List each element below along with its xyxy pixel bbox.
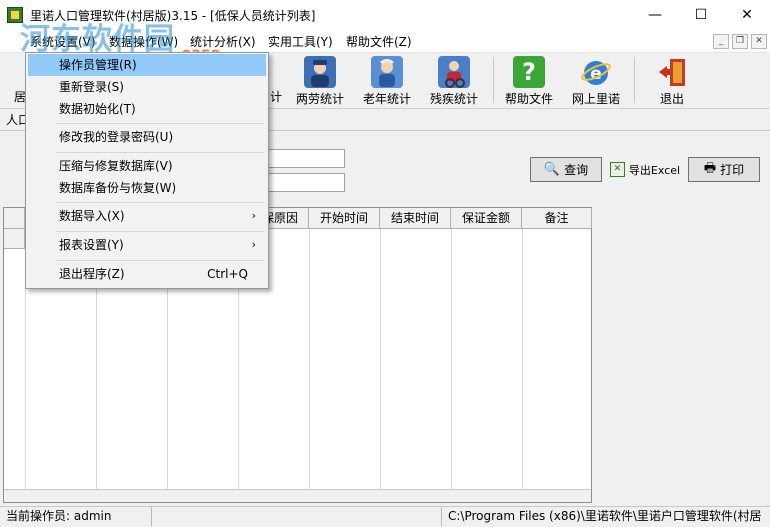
menu-separator [56, 152, 264, 153]
menu-item-label: 数据初始化(T) [59, 102, 136, 116]
exit-button[interactable]: 退出 [637, 55, 707, 106]
menu-item-change-password[interactable]: 修改我的登录密码(U) [28, 126, 266, 148]
menu-separator [56, 231, 264, 232]
labor-stats-button[interactable]: 两劳统计 [285, 55, 355, 106]
help-file-label: 帮助文件 [504, 92, 553, 106]
filter-input-2[interactable] [262, 173, 345, 192]
menu-item-data-init[interactable]: 数据初始化(T) [28, 98, 266, 120]
menu-item-label: 修改我的登录密码(U) [59, 130, 174, 144]
menu-item-label: 重新登录(S) [59, 80, 124, 94]
maximize-button[interactable]: ☐ [678, 0, 724, 30]
grid-header-start-time: 开始时间 [309, 208, 380, 229]
menu-separator [56, 202, 264, 203]
mdi-close-button[interactable]: ✕ [751, 34, 767, 49]
grid-header-end-time: 结束时间 [380, 208, 451, 229]
elderly-person-icon [371, 56, 403, 88]
exit-door-icon [656, 56, 688, 88]
menu-separator [56, 260, 264, 261]
help-file-button[interactable]: ? 帮助文件 [494, 55, 564, 106]
excel-icon: ✕ [609, 162, 625, 177]
filter-input-1[interactable] [262, 149, 345, 168]
toolbar-partial-label: 计 [270, 90, 283, 104]
menu-item-operator-management[interactable]: 操作员管理(R) [28, 54, 266, 76]
menu-item-label: 数据导入(X) [59, 209, 125, 223]
grid-header-amount: 保证金额 [451, 208, 522, 229]
grid-column-line [380, 229, 381, 491]
submenu-arrow-icon: › [251, 238, 256, 251]
menu-item-label: 操作员管理(R) [59, 58, 137, 72]
elderly-stats-label: 老年统计 [362, 92, 411, 106]
web-browser-icon: e [580, 56, 612, 88]
grid-column-line [309, 229, 310, 491]
menu-item-shortcut: Ctrl+Q [207, 267, 248, 281]
menu-item-exit-program[interactable]: 退出程序(Z) Ctrl+Q [28, 263, 266, 285]
export-excel-button[interactable]: ✕ 导出Excel [607, 157, 683, 182]
menu-separator [56, 123, 264, 124]
status-empty [152, 507, 442, 526]
close-button[interactable]: ✕ [724, 0, 770, 30]
menu-item-backup-restore-db[interactable]: 数据库备份与恢复(W) [28, 177, 266, 199]
exit-label: 退出 [659, 92, 684, 106]
grid-header [4, 208, 25, 229]
grid-header-remarks: 备注 [522, 208, 592, 229]
disability-stats-label: 残疾统计 [429, 92, 478, 106]
disability-stats-button[interactable]: 残疾统计 [419, 55, 489, 106]
query-button[interactable]: 🔍 查询 [530, 157, 602, 182]
toolbar-separator [634, 57, 635, 103]
status-operator: 当前操作员: admin [0, 507, 152, 526]
elderly-stats-button[interactable]: 老年统计 [352, 55, 422, 106]
menu-item-report-settings[interactable]: 报表设置(Y) › [28, 234, 266, 256]
menu-utilities[interactable]: 实用工具(Y) [268, 33, 333, 50]
system-settings-menu: 操作员管理(R) 重新登录(S) 数据初始化(T) 修改我的登录密码(U) 压缩… [25, 52, 269, 289]
help-question-icon: ? [513, 56, 545, 88]
print-button[interactable]: 🖶 打印 [688, 157, 760, 182]
menu-item-label: 数据库备份与恢复(W) [59, 181, 177, 195]
submenu-arrow-icon: › [251, 209, 256, 222]
online-lino-label: 网上里诺 [571, 92, 620, 106]
menu-item-relogin[interactable]: 重新登录(S) [28, 76, 266, 98]
online-lino-button[interactable]: e 网上里诺 [561, 55, 631, 106]
printer-icon: 🖶 [703, 160, 717, 176]
export-excel-label: 导出Excel [628, 163, 681, 177]
minimize-button[interactable]: — [632, 0, 678, 30]
magnifier-icon: 🔍 [543, 162, 561, 177]
menu-help[interactable]: 帮助文件(Z) [346, 33, 412, 50]
grid-horizontal-scrollbar[interactable] [4, 489, 591, 502]
menu-item-data-import[interactable]: 数据导入(X) › [28, 205, 266, 227]
menu-item-label: 退出程序(Z) [59, 267, 125, 281]
labor-stats-label: 两劳统计 [295, 92, 344, 106]
menu-item-label: 报表设置(Y) [59, 238, 124, 252]
menu-item-compress-repair-db[interactable]: 压缩与修复数据库(V) [28, 155, 266, 177]
menu-item-label: 压缩与修复数据库(V) [59, 159, 173, 173]
grid-column-line [451, 229, 452, 491]
query-label: 查询 [564, 163, 589, 177]
status-path: C:\Program Files (x86)\里诺软件\里诺户口管理软件(村居 [448, 509, 762, 523]
grid-column-line [522, 229, 523, 491]
police-officer-icon [304, 56, 336, 88]
grid-row-header [4, 229, 25, 249]
disabled-person-icon [438, 56, 470, 88]
mdi-minimize-button[interactable]: _ [713, 34, 729, 49]
mdi-restore-button[interactable]: ❐ [732, 34, 748, 49]
print-label: 打印 [720, 163, 745, 177]
status-bar: 当前操作员: admin C:\Program Files (x86)\里诺软件… [0, 506, 770, 527]
